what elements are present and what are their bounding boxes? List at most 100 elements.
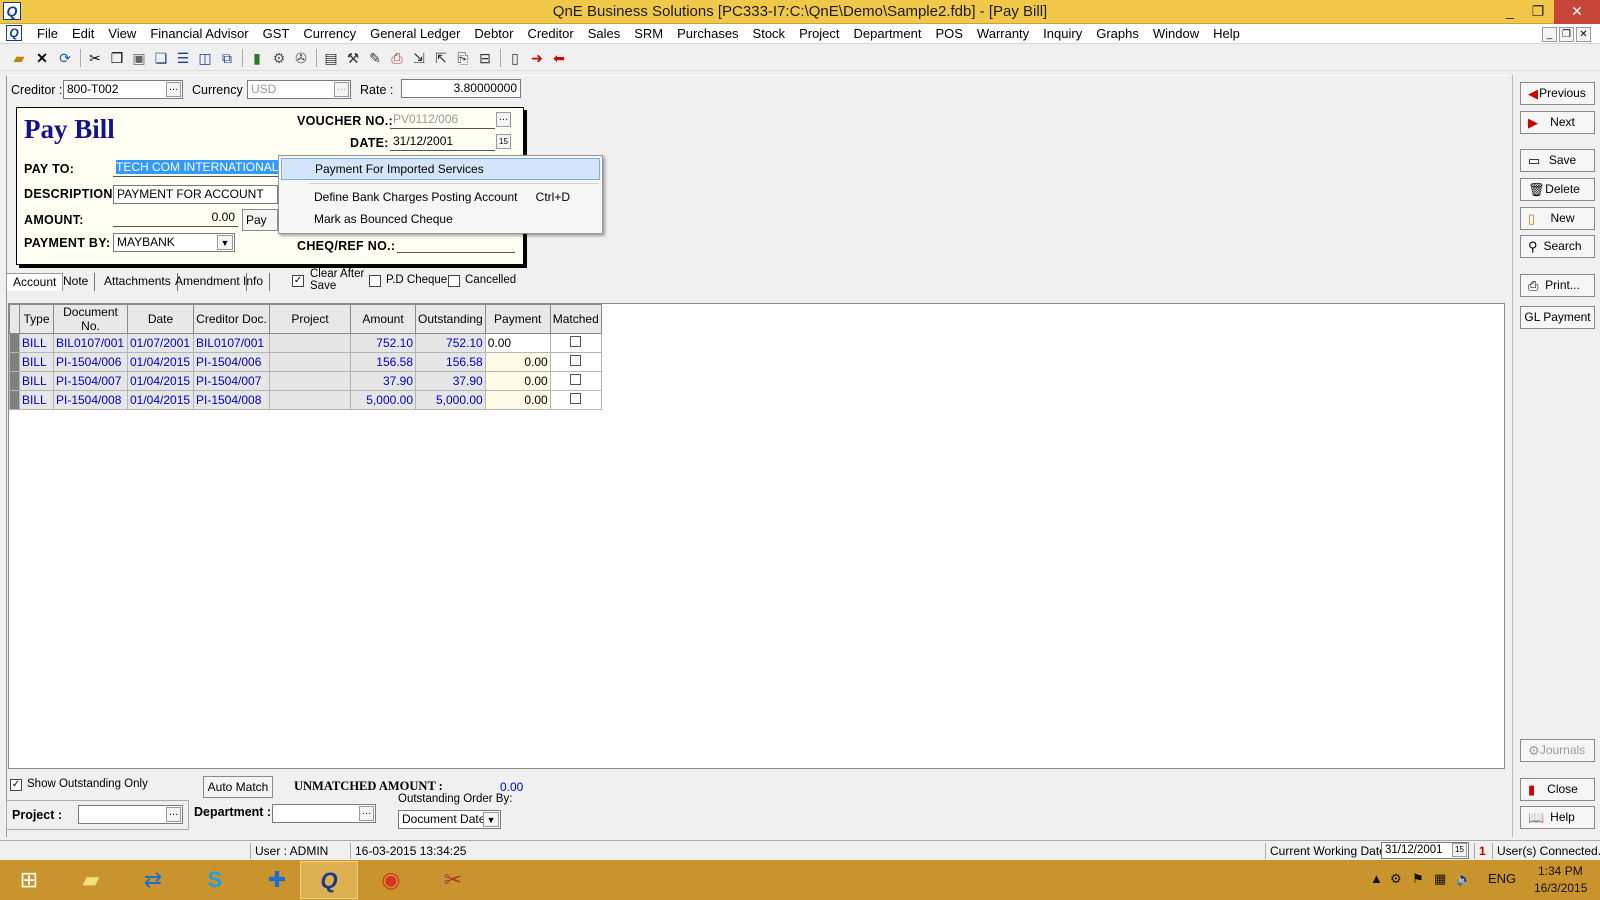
- menu-edit[interactable]: Edit: [65, 26, 101, 42]
- tools-icon[interactable]: ⚙: [270, 49, 288, 67]
- journals-button[interactable]: ⚙ Journals: [1520, 739, 1595, 762]
- department-lookup-icon[interactable]: …: [359, 806, 374, 821]
- pay-all-button[interactable]: Pay Al: [242, 209, 278, 231]
- column-header-project[interactable]: Project: [269, 304, 351, 334]
- flag-icon[interactable]: ⚑: [1412, 871, 1424, 887]
- menu-item-mark-bounced-cheque[interactable]: Mark as Bounced Cheque: [281, 209, 600, 231]
- network-icon[interactable]: ▦: [1434, 871, 1446, 887]
- cell-outstanding[interactable]: 37.90: [415, 371, 486, 391]
- file-explorer-icon[interactable]: ▰: [62, 861, 120, 899]
- menu-debtor[interactable]: Debtor: [467, 26, 520, 42]
- menu-help[interactable]: Help: [1206, 26, 1247, 42]
- gl-payment-button[interactable]: GL Payment: [1520, 306, 1595, 329]
- menu-item-payment-imported-services[interactable]: Payment For Imported Services: [281, 158, 600, 180]
- tab-attachments[interactable]: Attachments: [98, 273, 178, 291]
- cancel-x-icon[interactable]: ✕: [33, 49, 51, 67]
- clock-time[interactable]: 1:34 PM: [1538, 864, 1583, 878]
- next-button[interactable]: ▶ Next: [1520, 111, 1595, 134]
- cell-project[interactable]: [269, 371, 351, 391]
- language-indicator[interactable]: ENG: [1488, 871, 1516, 886]
- creditor-lookup-icon[interactable]: …: [166, 82, 181, 97]
- table-row[interactable]: BILL PI-1504/007 01/04/2015 PI-1504/007 …: [9, 371, 602, 391]
- show-outstanding-checkbox[interactable]: ✓: [10, 779, 22, 791]
- project-lookup-icon[interactable]: …: [166, 807, 181, 822]
- menu-purchases[interactable]: Purchases: [670, 26, 745, 42]
- settings-icon[interactable]: ⚒: [344, 49, 362, 67]
- menu-file[interactable]: File: [30, 26, 65, 42]
- working-date-field[interactable]: 31/12/2001 15: [1381, 842, 1469, 859]
- menu-department[interactable]: Department: [847, 26, 929, 42]
- menu-srm[interactable]: SRM: [627, 26, 670, 42]
- table-row[interactable]: BILL PI-1504/006 01/04/2015 PI-1504/006 …: [9, 352, 602, 372]
- column-header-outstanding[interactable]: Outstanding: [415, 304, 486, 334]
- cut-icon[interactable]: ✂: [86, 49, 104, 67]
- cell-project[interactable]: [269, 390, 351, 410]
- cancelled-checkbox[interactable]: [448, 275, 460, 287]
- table-row[interactable]: BILL BIL0107/001 01/07/2001 BIL0107/001 …: [9, 333, 602, 353]
- cell-date[interactable]: 01/04/2015: [127, 390, 194, 410]
- snipping-tool-icon[interactable]: ✂: [424, 861, 482, 899]
- volume-icon[interactable]: 🔈: [1456, 871, 1472, 887]
- row-indicator[interactable]: [9, 333, 20, 353]
- cell-payment[interactable]: 0.00: [484, 352, 551, 372]
- refresh-icon[interactable]: ⟳: [56, 49, 74, 67]
- menu-stock[interactable]: Stock: [746, 26, 793, 42]
- cell-amount[interactable]: 37.90: [350, 371, 416, 391]
- menu-view[interactable]: View: [101, 26, 143, 42]
- cell-document-no[interactable]: PI-1504/008: [53, 390, 128, 410]
- menu-sales[interactable]: Sales: [581, 26, 628, 42]
- cheq-ref-field[interactable]: [397, 235, 515, 253]
- project-field[interactable]: …: [78, 805, 183, 824]
- pay-to-field[interactable]: TECH COM INTERNATIONAL: [113, 159, 278, 177]
- previous-button[interactable]: ◀ Previous: [1520, 82, 1595, 105]
- date-field[interactable]: 31/12/2001: [390, 133, 495, 151]
- cell-amount[interactable]: 5,000.00: [350, 390, 416, 410]
- save-button[interactable]: ▭ Save: [1520, 149, 1595, 172]
- print-button[interactable]: ⎙ Print...: [1520, 274, 1595, 297]
- cell-project[interactable]: [269, 333, 351, 353]
- arrange-icon[interactable]: ⧉: [218, 49, 236, 67]
- cell-matched[interactable]: [549, 333, 602, 353]
- auto-match-button[interactable]: Auto Match: [203, 776, 273, 798]
- clear-after-save-checkbox[interactable]: ✓: [292, 275, 304, 287]
- new-button[interactable]: ▯ New: [1520, 207, 1595, 230]
- mdi-restore-button[interactable]: ❐: [1559, 27, 1574, 42]
- cell-creditor-doc[interactable]: PI-1504/007: [193, 371, 270, 391]
- rate-field[interactable]: 3.80000000: [401, 79, 521, 98]
- menu-warranty[interactable]: Warranty: [970, 26, 1036, 42]
- order-by-select[interactable]: Document Date ▼: [398, 810, 501, 829]
- cell-payment[interactable]: 0.00: [484, 371, 551, 391]
- skype-icon[interactable]: S: [186, 861, 244, 899]
- mdi-close-button[interactable]: ✕: [1576, 27, 1591, 42]
- currency-lookup-icon[interactable]: …: [334, 82, 349, 97]
- cell-type[interactable]: BILL: [19, 352, 54, 372]
- pd-cheque-checkbox[interactable]: [369, 275, 381, 287]
- minimize-button[interactable]: _: [1496, 0, 1524, 24]
- book-icon[interactable]: ▮: [248, 49, 266, 67]
- app-plus-icon[interactable]: ✚: [248, 861, 306, 899]
- restore-button[interactable]: ❐: [1524, 0, 1552, 24]
- delete-button[interactable]: 🗑 Delete: [1520, 178, 1595, 201]
- menu-gst[interactable]: GST: [256, 26, 297, 42]
- tile-vertical-icon[interactable]: ◫: [196, 49, 214, 67]
- cell-project[interactable]: [269, 352, 351, 372]
- copy-icon[interactable]: ❐: [108, 49, 126, 67]
- close-button[interactable]: ▮ Close: [1520, 778, 1595, 801]
- page-icon[interactable]: ▯: [506, 49, 524, 67]
- table-row[interactable]: BILL PI-1504/008 01/04/2015 PI-1504/008 …: [9, 390, 602, 410]
- column-header-date[interactable]: Date: [127, 304, 194, 334]
- voucher-lookup-icon[interactable]: …: [496, 112, 511, 127]
- wrench-icon[interactable]: ✇: [292, 49, 310, 67]
- calendar-icon[interactable]: 15: [496, 134, 511, 149]
- cell-date[interactable]: 01/04/2015: [127, 371, 194, 391]
- calendar-icon[interactable]: 15: [1452, 843, 1467, 857]
- help-button[interactable]: 📖 Help: [1520, 806, 1595, 829]
- column-header-creditor-doc[interactable]: Creditor Doc.: [193, 304, 270, 334]
- column-header-document-no[interactable]: Document No.: [53, 304, 128, 334]
- row-indicator[interactable]: [9, 371, 20, 391]
- tab-account[interactable]: Account: [6, 273, 64, 291]
- tile-horizontal-icon[interactable]: ☰: [174, 49, 192, 67]
- matched-checkbox[interactable]: [570, 336, 582, 347]
- qne-app-icon[interactable]: Q: [300, 861, 358, 899]
- forward-arrow-icon[interactable]: ➜: [528, 49, 546, 67]
